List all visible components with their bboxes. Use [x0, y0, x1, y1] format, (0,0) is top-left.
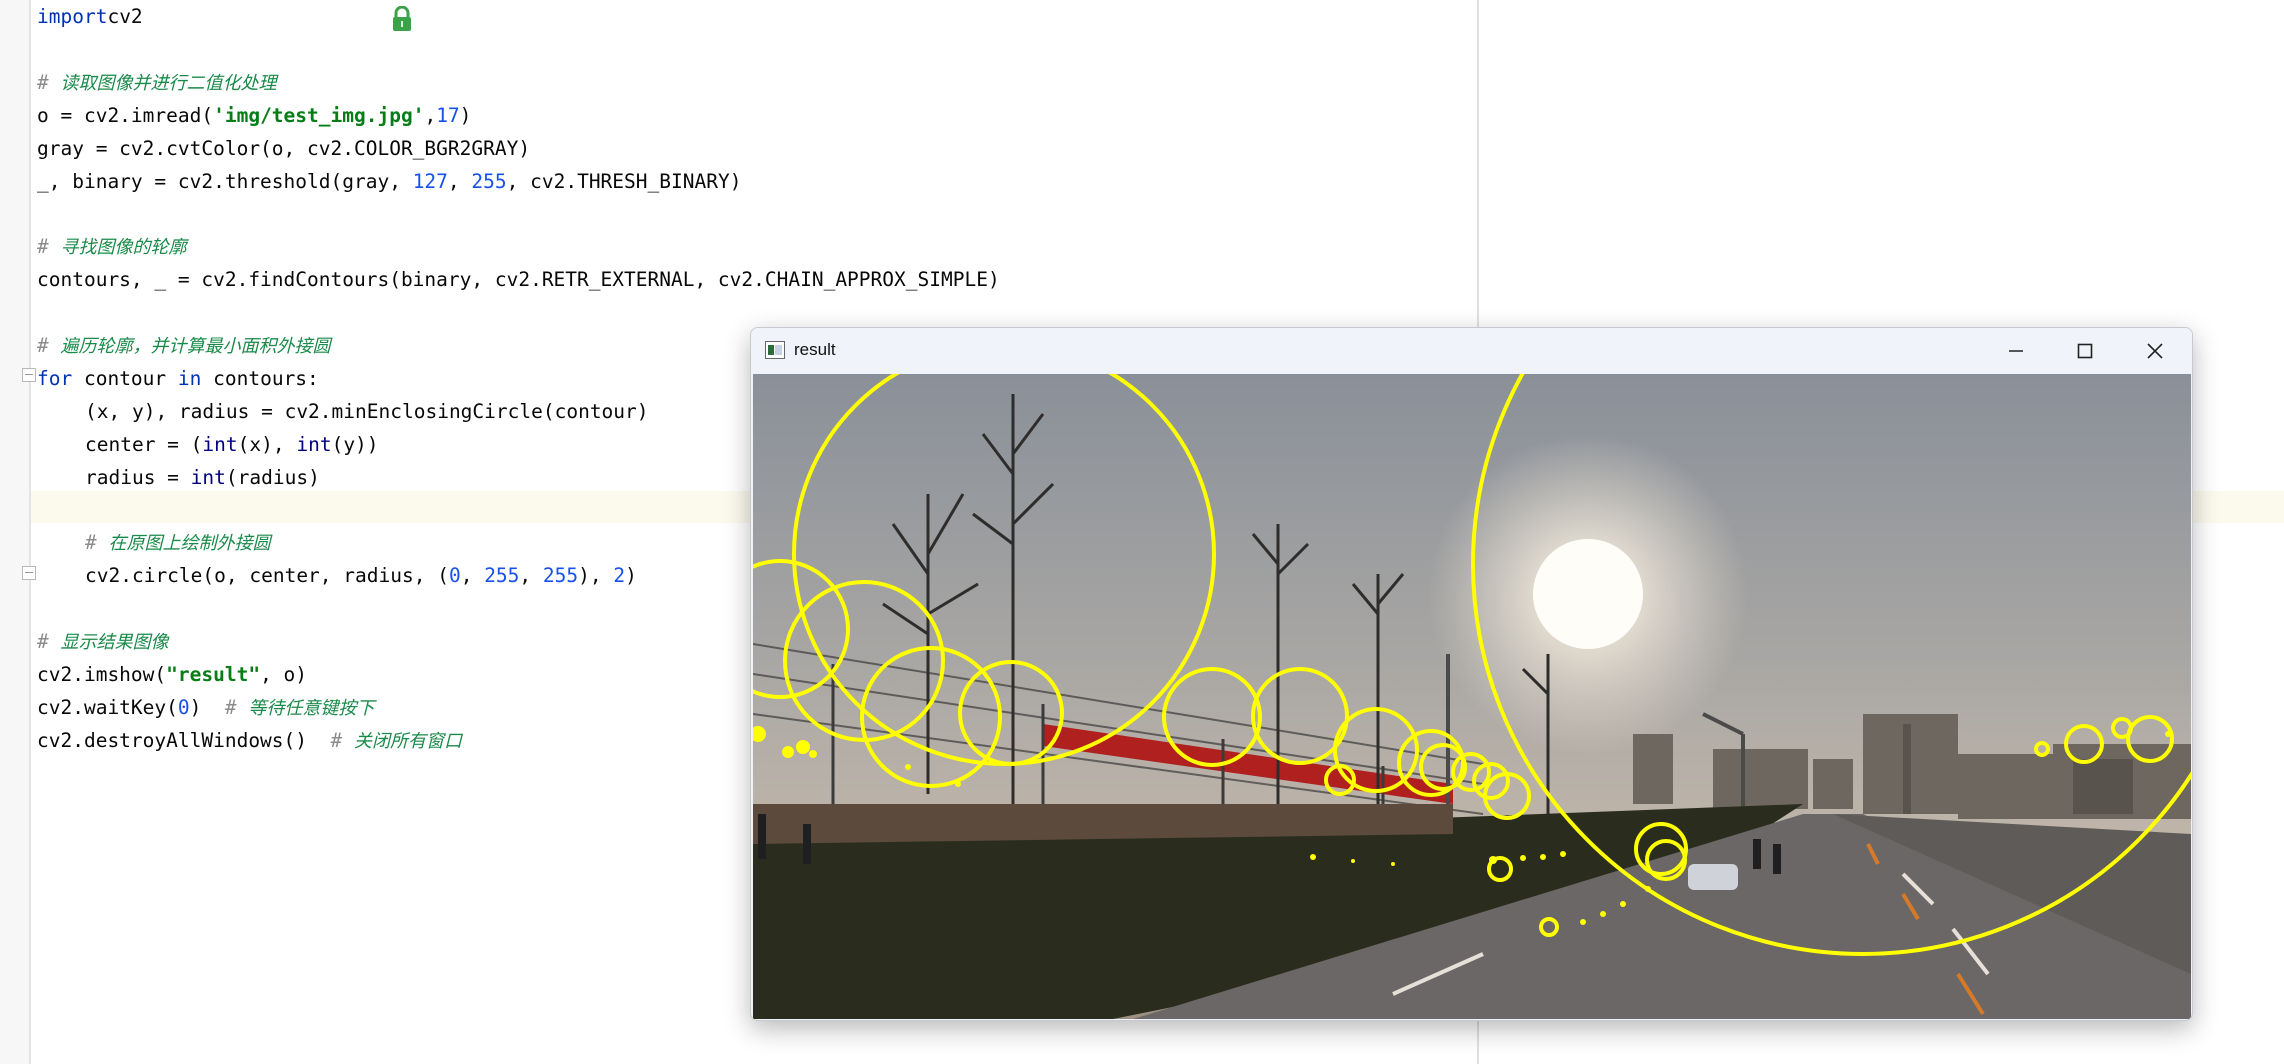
code-token: 127	[412, 169, 448, 193]
code-line[interactable]: contours, _ = cv2.findContours(binary, c…	[37, 263, 1000, 296]
line-gutter	[0, 0, 31, 1064]
fold-start-marker[interactable]	[22, 368, 36, 382]
code-line[interactable]: importcv2	[37, 0, 143, 33]
code-token: import	[37, 5, 108, 28]
code-token: 0	[448, 564, 461, 588]
code-token: 2	[613, 564, 626, 588]
code-token: 遍历轮廓，并计算最小面积外接圆	[60, 336, 331, 357]
code-token: cv2.waitKey(	[37, 695, 178, 719]
app-icon	[765, 341, 785, 359]
code-token: )	[459, 103, 472, 127]
code-line[interactable]: _, binary = cv2.threshold(gray, 127, 255…	[37, 165, 741, 198]
code-token: , cv2.THRESH_BINARY)	[506, 169, 742, 193]
code-token: 255	[471, 169, 507, 193]
result-image	[753, 374, 2191, 1019]
code-token: 'img/test_img.jpg'	[213, 103, 425, 127]
code-token: cv2.imshow(	[37, 663, 167, 686]
code-token: cv2	[107, 5, 143, 28]
window-titlebar[interactable]: result	[751, 328, 2192, 373]
code-token: 读取图像并进行二值化处理	[60, 72, 277, 94]
code-line[interactable]: # 读取图像并进行二值化处理	[37, 66, 276, 99]
code-token: radius =	[85, 465, 191, 489]
code-token: (x),	[237, 432, 297, 456]
code-token: 显示结果图像	[60, 632, 169, 654]
code-token: #	[37, 235, 61, 259]
code-token: ,	[460, 564, 485, 588]
minimize-button[interactable]	[1982, 328, 2050, 373]
result-window[interactable]: result	[750, 327, 2193, 1021]
close-button[interactable]	[2121, 328, 2189, 373]
code-line[interactable]: for contour in contours:	[37, 362, 319, 395]
code-line[interactable]: radius = int(radius)	[85, 461, 320, 494]
code-token: (y))	[331, 432, 379, 456]
code-line[interactable]: (x, y), radius = cv2.minEnclosingCircle(…	[85, 395, 649, 428]
code-token: o = cv2.imread(	[37, 103, 214, 127]
code-token: , o)	[260, 663, 308, 686]
code-token: contour	[72, 366, 178, 390]
code-token: "result"	[166, 663, 261, 686]
lock-icon	[393, 6, 411, 31]
code-token: )	[625, 564, 637, 588]
code-token: ,	[424, 103, 437, 127]
maximize-icon	[2077, 343, 2093, 359]
code-token: int	[190, 465, 226, 489]
code-token: 255	[484, 564, 520, 588]
code-token: cv2.circle(o, center, radius, (	[85, 564, 449, 588]
code-line[interactable]: # 寻找图像的轮廓	[37, 230, 186, 263]
code-token: 17	[436, 103, 460, 127]
code-token: ,	[519, 564, 543, 588]
minimize-icon	[2009, 350, 2023, 352]
code-token: 等待任意键按下	[248, 697, 375, 719]
street-scene-image	[753, 374, 2191, 1019]
code-token: #	[37, 70, 61, 94]
code-token: 在原图上绘制外接圆	[108, 533, 271, 555]
code-token: ),	[578, 564, 614, 588]
code-line[interactable]: cv2.waitKey(0) # 等待任意键按下	[37, 691, 374, 724]
code-token: )	[189, 695, 225, 719]
window-title: result	[794, 340, 836, 359]
code-line[interactable]: # 显示结果图像	[37, 625, 168, 658]
code-line[interactable]: cv2.circle(o, center, radius, (0, 255, 2…	[85, 559, 637, 592]
code-token: #	[330, 728, 354, 752]
code-token: #	[85, 531, 109, 555]
code-token: gray = cv2.cvtColor(o, cv2.COLOR_BGR2GRA…	[37, 136, 531, 160]
code-token: ,	[447, 169, 472, 193]
code-token: center = (	[85, 432, 203, 456]
code-line[interactable]: center = (int(x), int(y))	[85, 428, 379, 461]
maximize-button[interactable]	[2051, 328, 2119, 373]
code-token: int	[296, 432, 332, 456]
code-token: #	[224, 695, 249, 719]
code-token: int	[202, 432, 238, 456]
code-token: for	[37, 366, 73, 390]
code-line[interactable]: # 遍历轮廓，并计算最小面积外接圆	[37, 329, 330, 362]
close-icon	[2147, 343, 2163, 359]
code-token: in	[177, 366, 202, 390]
code-token: 关闭所有窗口	[353, 730, 462, 752]
fold-end-marker[interactable]	[22, 566, 36, 580]
code-token: #	[37, 630, 61, 654]
code-token: 0	[177, 695, 190, 719]
code-token: contours:	[201, 366, 319, 390]
code-token: 寻找图像的轮廓	[60, 237, 187, 259]
code-line[interactable]: cv2.imshow("result", o)	[37, 658, 307, 691]
code-token: contours, _ = cv2.findContours(binary, c…	[37, 268, 1000, 292]
code-line[interactable]: o = cv2.imread('img/test_img.jpg',17)	[37, 99, 471, 132]
code-token: #	[37, 334, 61, 357]
code-line[interactable]: # 在原图上绘制外接圆	[85, 526, 270, 559]
code-token: _, binary = cv2.threshold(gray,	[37, 169, 413, 193]
code-token: 255	[542, 564, 579, 588]
code-token: cv2.destroyAllWindows()	[37, 728, 331, 752]
code-token: (radius)	[225, 465, 320, 489]
code-line[interactable]: gray = cv2.cvtColor(o, cv2.COLOR_BGR2GRA…	[37, 132, 530, 165]
code-line[interactable]: cv2.destroyAllWindows() # 关闭所有窗口	[37, 724, 462, 757]
code-token: (x, y), radius = cv2.minEnclosingCircle(…	[85, 399, 649, 423]
